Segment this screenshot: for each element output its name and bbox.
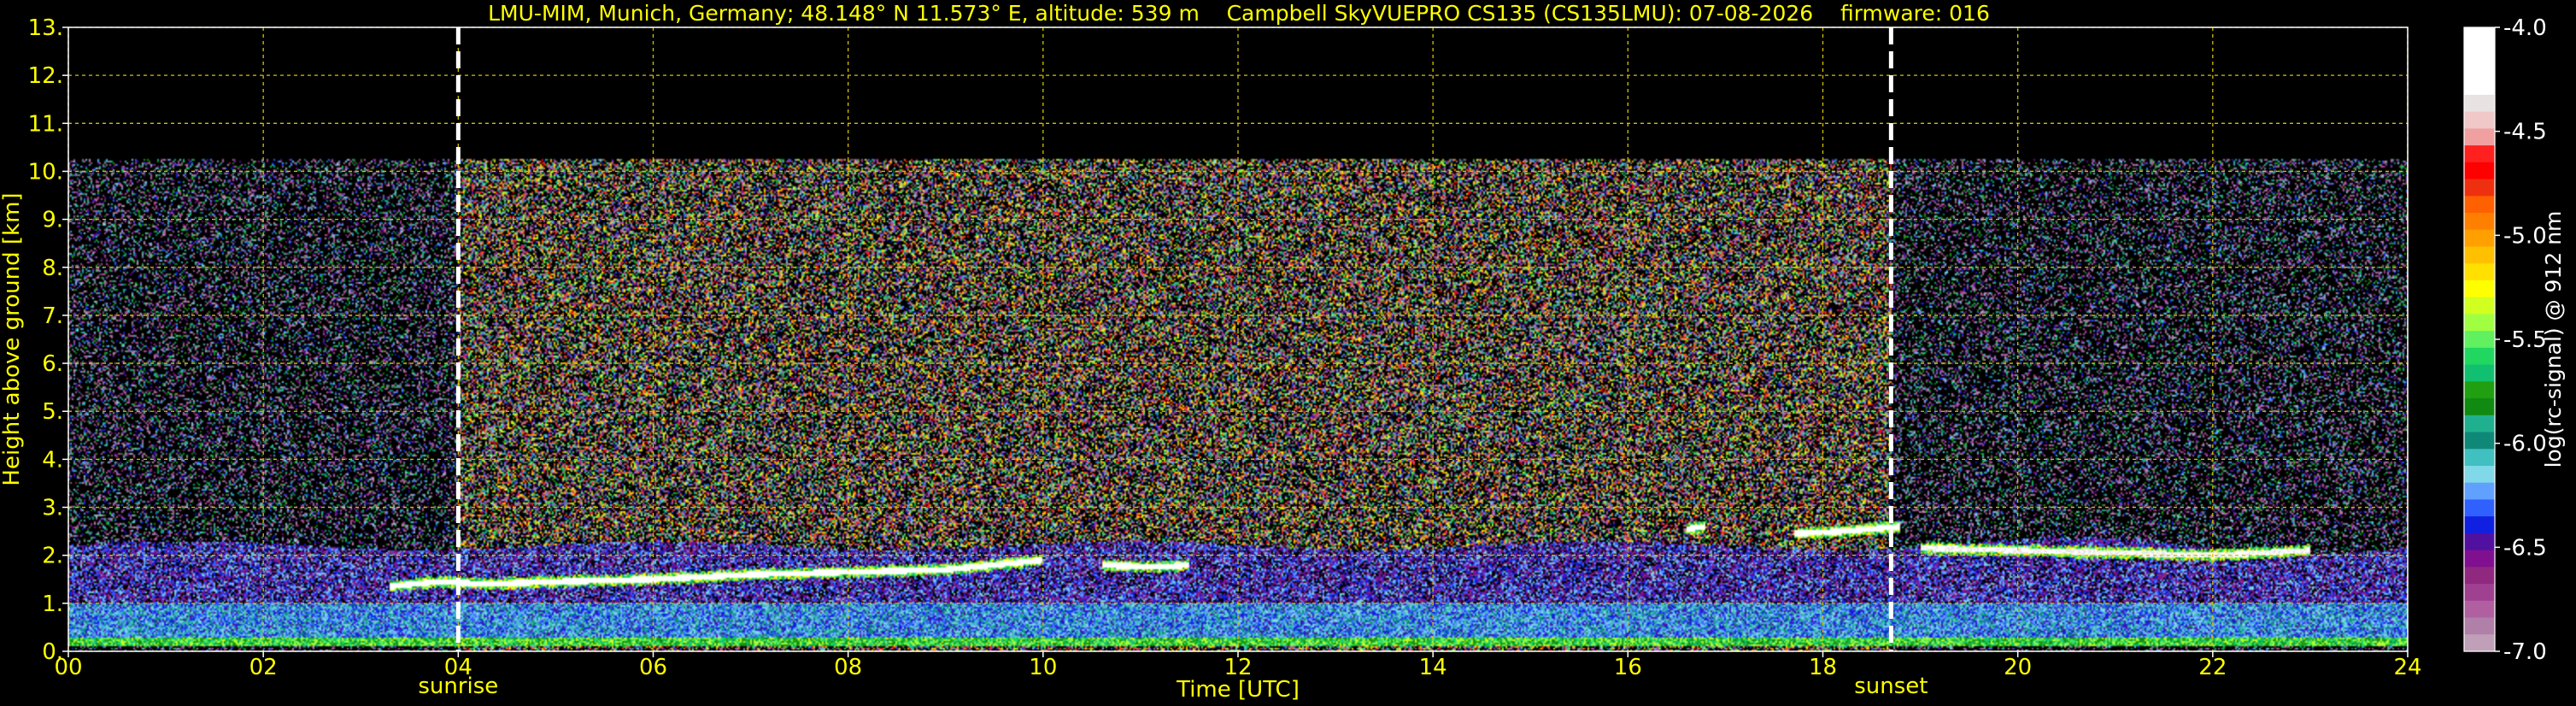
colorbar-segment — [2464, 482, 2495, 501]
colorbar-segment — [2464, 213, 2495, 231]
x-tick-label: 04 — [444, 655, 472, 680]
colorbar-tick-label: -4.0 — [2503, 15, 2547, 41]
colorbar-segment — [2464, 331, 2495, 349]
backscatter-heatmap — [68, 27, 2408, 651]
colorbar-segment — [2464, 465, 2495, 484]
colorbar-segment — [2464, 246, 2495, 264]
x-axis-label: Time [UTC] — [1176, 677, 1300, 703]
colorbar-segment — [2464, 44, 2495, 62]
colorbar-segment — [2464, 229, 2495, 248]
colorbar-tick-label: -6.5 — [2503, 535, 2547, 561]
colorbar-segment — [2464, 584, 2495, 602]
x-tick-label: 10 — [1029, 655, 1057, 680]
y-axis-label: Height above ground [km] — [0, 192, 25, 485]
x-tick-label: 24 — [2393, 655, 2421, 680]
colorbar-segment — [2464, 297, 2495, 315]
colorbar-label: log(rc-signal) @ 912 nm — [2541, 211, 2566, 468]
colorbar-tick-label: -4.5 — [2503, 120, 2547, 145]
y-tick-label: 2. — [42, 544, 63, 569]
colorbar-segment — [2464, 162, 2495, 180]
x-tick-label: 06 — [639, 655, 667, 680]
y-tick-label: 6. — [42, 351, 63, 377]
colorbar-segment — [2464, 314, 2495, 332]
y-tick-label: 10. — [28, 159, 63, 185]
y-tick-label: 0. — [42, 639, 63, 665]
y-tick-label: 5. — [42, 399, 63, 425]
colorbar-segment — [2464, 634, 2495, 652]
colorbar-segment — [2464, 499, 2495, 517]
colorbar-segment — [2464, 128, 2495, 146]
colorbar-segment — [2464, 550, 2495, 568]
colorbar-segment — [2464, 27, 2495, 45]
x-tick-label: 18 — [1809, 655, 1837, 680]
colorbar-segment — [2464, 179, 2495, 197]
colorbar-segment — [2464, 432, 2495, 450]
colorbar-segment — [2464, 61, 2495, 79]
colorbar-segment — [2464, 364, 2495, 382]
colorbar-tick-label: -7.0 — [2503, 639, 2547, 665]
event-label-sunset: sunset — [1854, 674, 1928, 699]
colorbar-segment — [2464, 567, 2495, 585]
x-tick-label: 08 — [834, 655, 862, 680]
colorbar-segment — [2464, 111, 2495, 129]
x-tick-label: 20 — [2004, 655, 2032, 680]
colorbar-segment — [2464, 617, 2495, 635]
ceilometer-plot: LMU-MIM, Munich, Germany; 48.148° N 11.5… — [0, 0, 2576, 706]
colorbar-segment — [2464, 398, 2495, 416]
y-tick-label: 1. — [42, 591, 63, 617]
x-tick-label: 14 — [1419, 655, 1447, 680]
y-tick-label: 7. — [42, 303, 63, 329]
plot-area — [67, 26, 2409, 652]
y-tick-label: 11. — [28, 111, 63, 137]
colorbar-segment — [2464, 516, 2495, 534]
chart-title: LMU-MIM, Munich, Germany; 48.148° N 11.5… — [488, 1, 1990, 26]
y-tick-label: 12. — [28, 63, 63, 89]
colorbar-segment — [2464, 532, 2495, 551]
colorbar-segment — [2464, 449, 2495, 467]
y-tick-label: 9. — [42, 208, 63, 233]
colorbar-segment — [2464, 415, 2495, 433]
colorbar-segment — [2464, 145, 2495, 163]
colorbar-segment — [2464, 381, 2495, 399]
y-tick-label: 3. — [42, 496, 63, 521]
y-tick-label: 4. — [42, 447, 63, 473]
x-tick-label: 02 — [249, 655, 278, 680]
colorbar-segment — [2464, 196, 2495, 214]
x-tick-label: 22 — [2198, 655, 2227, 680]
colorbar-segment — [2464, 78, 2495, 96]
x-tick-label: 16 — [1614, 655, 1642, 680]
colorbar-segment — [2464, 347, 2495, 366]
y-tick-label: 8. — [42, 256, 63, 281]
colorbar-segment — [2464, 263, 2495, 281]
y-tick-label: 13. — [28, 15, 63, 41]
colorbar-segment — [2464, 279, 2495, 298]
colorbar-segment — [2464, 94, 2495, 113]
colorbar-segment — [2464, 600, 2495, 619]
